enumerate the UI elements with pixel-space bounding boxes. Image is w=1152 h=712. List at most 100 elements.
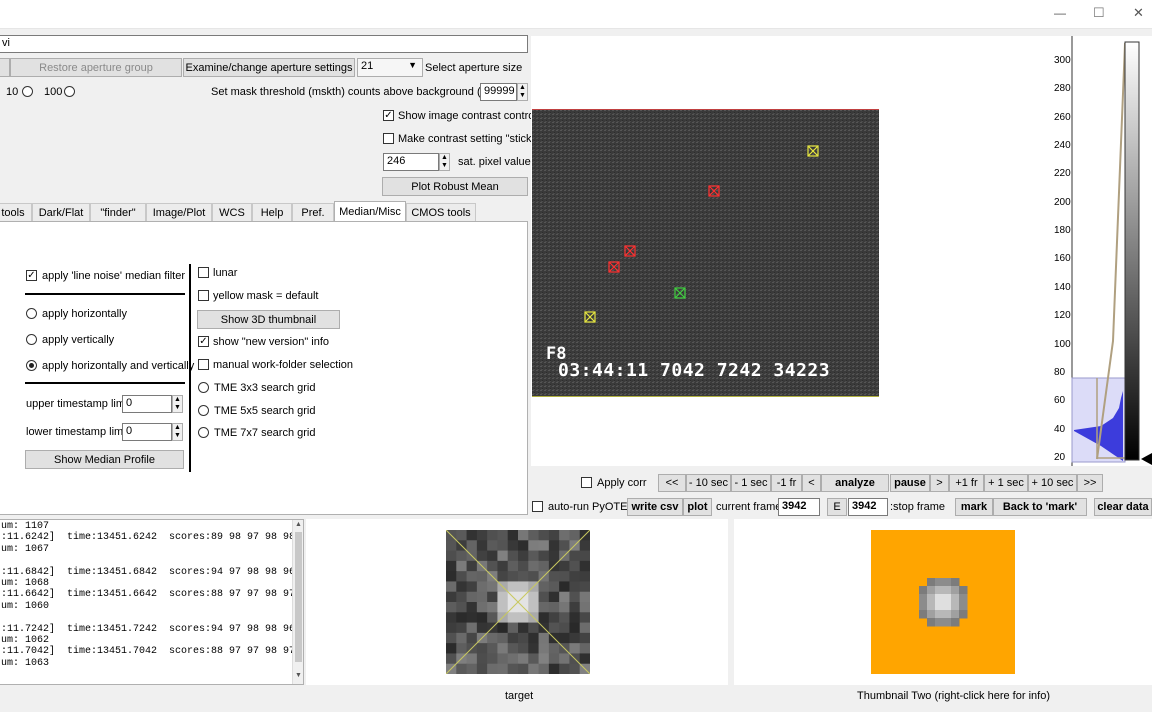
thumbnail-two-panel[interactable] xyxy=(734,519,1152,685)
show-contrast-checkbox[interactable]: ✓ xyxy=(383,110,394,121)
apply-vertical-radio[interactable] xyxy=(26,334,37,345)
upper-timestamp-stepper[interactable]: ▲ ▼ xyxy=(172,395,183,413)
vertical-separator xyxy=(189,264,191,472)
line-noise-checkbox[interactable]: ✓ xyxy=(26,270,37,281)
thumbnail-two-label: Thumbnail Two (right-click here for info… xyxy=(857,690,1050,702)
lower-timestamp-label: lower timestamp limit xyxy=(26,426,129,438)
target-thumbnail-image[interactable] xyxy=(446,530,590,674)
back-1-sec-button[interactable]: - 1 sec xyxy=(731,474,771,492)
back-to-mark-button[interactable]: Back to 'mark' xyxy=(993,498,1087,516)
aperture-size-value: 21 xyxy=(361,60,374,72)
tab-tools[interactable]: tools xyxy=(0,203,32,221)
colorbar-tick-label: 60 xyxy=(1054,395,1066,407)
grid-7x7-label: TME 7x7 search grid xyxy=(214,427,316,439)
new-version-label: show "new version" info xyxy=(213,336,330,348)
plot-button[interactable]: plot xyxy=(683,498,712,516)
log-text-area[interactable]: um: 1107:11.6242] time:13451.6242 scores… xyxy=(0,519,304,685)
work-folder-checkbox[interactable] xyxy=(198,359,209,370)
examine-aperture-settings-button[interactable]: Examine/change aperture settings xyxy=(183,58,355,77)
back-10-sec-button[interactable]: - 10 sec xyxy=(686,474,731,492)
first-frame-button[interactable]: << xyxy=(658,474,686,492)
upper-timestamp-input[interactable]: 0 xyxy=(122,395,172,413)
apply-both-radio[interactable] xyxy=(26,360,37,371)
sat-pixel-label: sat. pixel value xyxy=(458,156,531,168)
apply-corr-label: Apply corr xyxy=(597,477,647,489)
target-thumbnail-panel[interactable] xyxy=(306,519,728,685)
tab-median-misc[interactable]: Median/Misc xyxy=(334,201,406,222)
thumbnail-two-image[interactable] xyxy=(871,530,1015,674)
analyze-button[interactable]: analyze xyxy=(821,474,889,492)
log-line: :11.6242] time:13451.6242 scores:89 98 9… xyxy=(1,532,296,544)
auto-pyote-checkbox[interactable] xyxy=(532,501,543,512)
grid-5x5-radio[interactable] xyxy=(198,405,209,416)
radio-10[interactable] xyxy=(22,86,33,97)
sat-pixel-input[interactable]: 246 xyxy=(383,153,439,171)
log-line: um: 1067 xyxy=(1,543,50,555)
grid-3x3-radio[interactable] xyxy=(198,382,209,393)
colorbar-tick-label: 80 xyxy=(1054,366,1066,378)
tab-pref[interactable]: Pref. xyxy=(292,203,334,221)
tab-image-plot[interactable]: Image/Plot xyxy=(146,203,212,221)
lower-timestamp-input[interactable]: 0 xyxy=(122,423,172,441)
apply-corr-checkbox[interactable] xyxy=(581,477,592,488)
last-frame-button[interactable]: >> xyxy=(1077,474,1103,492)
colorbar-tick-label: 160 xyxy=(1054,253,1071,265)
sat-pixel-stepper[interactable]: ▲ ▼ xyxy=(439,153,450,171)
apply-horizontal-radio[interactable] xyxy=(26,308,37,319)
tab-wcs[interactable]: WCS xyxy=(212,203,252,221)
line-noise-label: apply 'line noise' median filter xyxy=(42,270,185,282)
show-3d-thumbnail-button[interactable]: Show 3D thumbnail xyxy=(197,310,340,329)
sticky-contrast-checkbox[interactable] xyxy=(383,133,394,144)
e-button[interactable]: E xyxy=(827,498,847,516)
video-frame[interactable]: F8 03:44:11 7042 7242 34223 xyxy=(532,109,879,397)
forward-10-sec-button[interactable]: + 10 sec xyxy=(1028,474,1077,492)
stop-frame-input[interactable]: 3942 xyxy=(848,498,888,516)
tab-cmos-tools[interactable]: CMOS tools xyxy=(406,203,476,221)
new-version-checkbox[interactable]: ✓ xyxy=(198,336,209,347)
current-frame-label: current frame: xyxy=(716,501,785,513)
clear-data-button[interactable]: clear data xyxy=(1094,498,1152,516)
lunar-checkbox[interactable] xyxy=(198,267,209,278)
aperture-size-select[interactable]: 21 ▼ xyxy=(357,58,423,77)
auto-pyote-label: auto-run PyOTE xyxy=(548,501,628,513)
scroll-up-icon[interactable]: ▲ xyxy=(295,521,302,528)
current-frame-input[interactable]: 3942 xyxy=(778,498,820,516)
restore-aperture-group-button[interactable]: Restore aperture group xyxy=(10,58,182,77)
left-clipped-button[interactable] xyxy=(0,58,10,77)
forward-1-sec-button[interactable]: + 1 sec xyxy=(984,474,1028,492)
sticky-contrast-label: Make contrast setting "sticky" xyxy=(398,133,541,145)
tab-finder[interactable]: "finder" xyxy=(90,203,146,221)
step-back-button[interactable]: < xyxy=(802,474,821,492)
step-forward-button[interactable]: > xyxy=(930,474,949,492)
mark-button[interactable]: mark xyxy=(955,498,993,516)
tab-help[interactable]: Help xyxy=(252,203,292,221)
close-icon[interactable]: ✕ xyxy=(1133,5,1144,21)
log-scrollbar[interactable]: ▲ ▼ xyxy=(292,520,303,684)
mask-threshold-input[interactable]: 99999 xyxy=(480,83,517,101)
back-1-frame-button[interactable]: -1 fr xyxy=(771,474,802,492)
colorbar-tick-label: 280 xyxy=(1054,83,1071,95)
scroll-down-icon[interactable]: ▼ xyxy=(295,672,302,679)
plot-robust-mean-button[interactable]: Plot Robust Mean xyxy=(382,177,528,196)
maximize-icon[interactable]: ☐ xyxy=(1093,5,1105,21)
log-line: um: 1107 xyxy=(1,521,50,532)
colorbar-tick-label: 200 xyxy=(1054,196,1071,208)
write-csv-button[interactable]: write csv xyxy=(627,498,683,516)
show-median-profile-button[interactable]: Show Median Profile xyxy=(25,450,184,469)
mask-threshold-stepper[interactable]: ▲ ▼ xyxy=(517,83,528,101)
separator-line xyxy=(25,293,185,295)
show-contrast-label: Show image contrast control xyxy=(398,110,537,122)
lower-timestamp-stepper[interactable]: ▲ ▼ xyxy=(172,423,183,441)
log-line: :11.6842] time:13451.6842 scores:94 97 9… xyxy=(1,566,296,578)
grid-7x7-radio[interactable] xyxy=(198,427,209,438)
radio-100[interactable] xyxy=(64,86,75,97)
scrollbar-thumb[interactable] xyxy=(295,532,302,662)
forward-1-frame-button[interactable]: +1 fr xyxy=(949,474,984,492)
pause-button[interactable]: pause xyxy=(890,474,930,492)
file-path-field[interactable]: vi xyxy=(0,35,528,53)
radio-100-label: 100 xyxy=(44,86,63,98)
colorbar-tick-label: 260 xyxy=(1054,111,1071,123)
yellow-mask-checkbox[interactable] xyxy=(198,290,209,301)
minimize-icon[interactable]: — xyxy=(1054,6,1066,20)
tab-dark-flat[interactable]: Dark/Flat xyxy=(32,203,90,221)
